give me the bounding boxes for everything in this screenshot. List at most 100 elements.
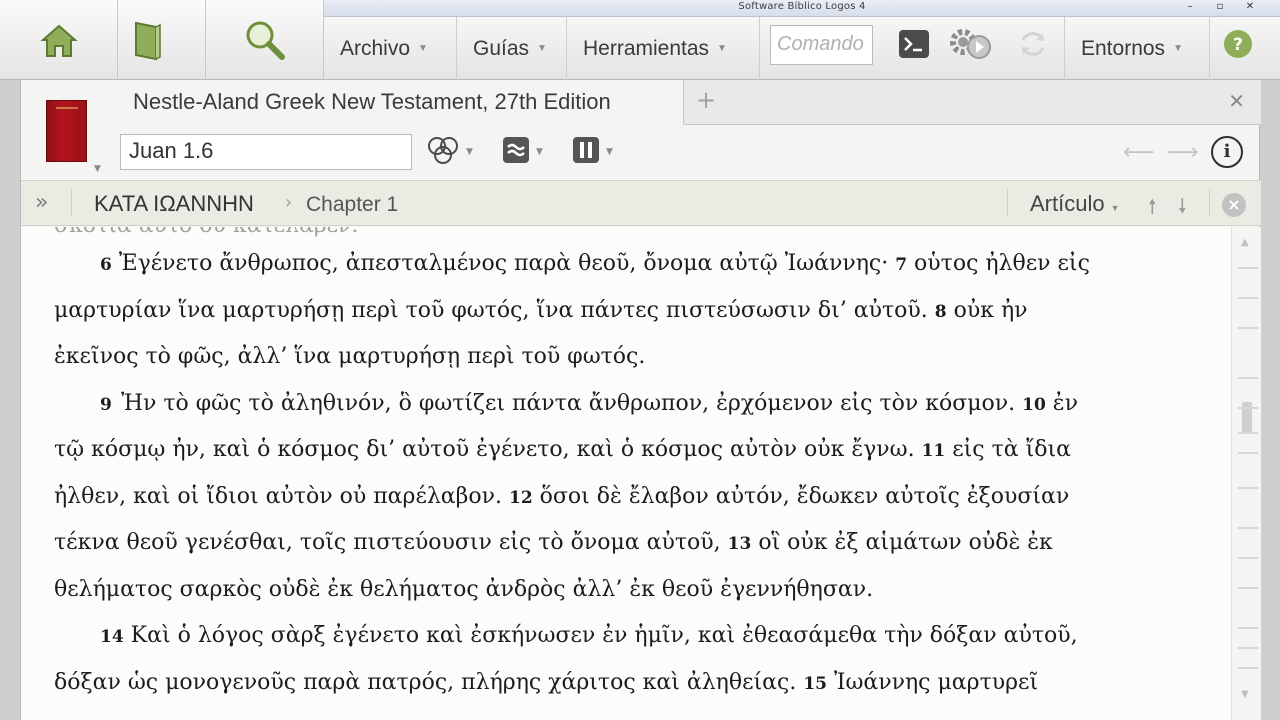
text-pane[interactable]: σκοτία αὐτὸ οὐ κατέλαβεν. 6 Ἐγένετο ἄνθρ…	[21, 227, 1231, 720]
verse-number[interactable]: 14	[100, 627, 124, 647]
scroll-marker	[1238, 432, 1258, 434]
menu-archivo-label: Archivo	[340, 36, 411, 60]
close-window-button[interactable]: ✕	[1240, 1, 1260, 12]
verse-number[interactable]: 6	[100, 255, 112, 275]
close-panel-button[interactable]: ✕	[1228, 89, 1245, 113]
menu-row: Archivo ▼ Guías ▼ Herramientas ▼ Comando En…	[324, 17, 1280, 80]
info-button[interactable]: i	[1211, 136, 1243, 168]
scroll-up-icon[interactable]: ▲	[1241, 237, 1249, 248]
verse-number[interactable]: 11	[922, 441, 946, 461]
forward-arrow-icon[interactable]: ⟶	[1167, 140, 1199, 165]
help-icon: ?	[1223, 29, 1253, 63]
book-cover-icon[interactable]	[46, 100, 87, 162]
scroll-marker	[1238, 267, 1258, 269]
sync-button[interactable]	[1016, 29, 1050, 63]
scroll-marker	[1238, 587, 1258, 589]
reference-input[interactable]: Juan 1.6	[120, 134, 412, 170]
scroll-down-icon[interactable]: ▼	[1241, 689, 1249, 700]
divider	[1007, 189, 1008, 217]
clear-icon[interactable]: ×	[1222, 193, 1246, 217]
verse-text: θελήματος σαρκὸς οὐδὲ ἐκ θελήματος ἀνδρὸ…	[54, 576, 874, 602]
verse-text: ὅσοι δὲ ἔλαβον αὐτόν, ἔδωκεν αὐτοῖς ἐξου…	[532, 483, 1070, 509]
parallel-resources-button[interactable]: ▼	[426, 136, 473, 168]
verse-number[interactable]: 13	[728, 534, 752, 554]
expand-icon[interactable]: »	[35, 190, 48, 215]
menu-guias-label: Guías	[473, 36, 530, 60]
verse-text: Καὶ ὁ λόγος σὰρξ ἐγένετο καὶ ἐσκήνωσεν ἐ…	[123, 623, 1078, 648]
verse-number[interactable]: 7	[895, 255, 907, 275]
chevron-down-icon: ▼	[1110, 203, 1120, 213]
scroll-marker	[1238, 452, 1258, 454]
text-line: 9 Ἦν τὸ φῶς τὸ ἀληθινόν, ὃ φωτίζει πάντα…	[54, 391, 1199, 416]
process-button[interactable]	[947, 29, 993, 63]
scroll-marker	[1238, 327, 1258, 329]
verse-text: οὗτος ἦλθεν εἰς	[907, 251, 1090, 276]
scroll-marker	[1238, 647, 1258, 649]
menu-herramientas[interactable]: Herramientas ▼	[567, 17, 760, 80]
chevron-down-icon[interactable]: ▼	[94, 164, 101, 174]
verse-text: ἦλθεν, καὶ οἱ ἴδιοι αὐτὸν οὐ παρέλαβον.	[54, 483, 509, 509]
article-label: Artículo	[1030, 191, 1105, 216]
article-dropdown[interactable]: Artículo ▼	[1030, 191, 1120, 217]
verse-text: ἐν	[1045, 390, 1078, 416]
verse-number[interactable]: 9	[100, 395, 112, 415]
text-line: τέκνα θεοῦ γενέσθαι, τοῖς πιστεύουσιν εἰ…	[54, 530, 1199, 555]
refresh-icon	[1017, 28, 1049, 64]
text-line: τῷ κόσμῳ ἦν, καὶ ὁ κόσμος δι’ αὐτοῦ ἐγέν…	[54, 437, 1199, 462]
verse-text: οὐκ ἦν	[946, 297, 1028, 323]
gear-play-icon	[947, 27, 993, 65]
breadcrumb-book[interactable]: ΚΑΤΑ ΙΩΑΝΝΗΝ	[94, 191, 254, 217]
maximize-button[interactable]: ▫	[1210, 1, 1230, 12]
scroll-marker	[1238, 527, 1258, 529]
menu-guias[interactable]: Guías ▼	[457, 17, 567, 80]
add-tab-button[interactable]: +	[696, 86, 716, 114]
tab-resource[interactable]: Nestle-Aland Greek New Testament, 27th E…	[114, 80, 684, 125]
breadcrumb-separator: ›	[285, 192, 293, 213]
minimize-button[interactable]: –	[1180, 1, 1200, 12]
menu-herramientas-label: Herramientas	[583, 36, 710, 60]
verse-number[interactable]: 15	[803, 674, 827, 694]
help-button[interactable]: ?	[1221, 29, 1255, 63]
resource-panel: ▼ Nestle-Aland Greek New Testament, 27th…	[20, 80, 1261, 720]
text-line: 6 Ἐγένετο ἄνθρωπος, ἀπεσταλμένος παρὰ θε…	[54, 251, 1199, 276]
columns-icon	[572, 136, 600, 168]
svg-text:?: ?	[1233, 35, 1243, 55]
breadcrumb-chapter[interactable]: Chapter 1	[306, 193, 398, 217]
title-bar: Software Bíblico Logos 4 – ▫ ✕	[324, 0, 1280, 17]
chevron-down-icon: ▼	[418, 43, 428, 54]
text-line: ἦλθεν, καὶ οἱ ἴδιοι αὐτὸν οὐ παρέλαβον. …	[54, 484, 1199, 509]
visual-filters-button[interactable]: ▼	[502, 136, 543, 168]
command-input[interactable]: Comando	[770, 25, 873, 65]
verse-number[interactable]: 8	[935, 302, 947, 322]
scroll-marker	[1238, 557, 1258, 559]
previous-arrow-icon[interactable]: 🠕	[1148, 192, 1157, 226]
verse-text: οἳ οὐκ ἐξ αἱμάτων οὐδὲ ἐκ	[751, 530, 1053, 555]
command-prompt-button[interactable]	[897, 29, 931, 63]
scrollbar[interactable]: ▲ ▼	[1231, 227, 1261, 720]
verse-text: Ἰωάννης μαρτυρεῖ	[826, 669, 1039, 695]
terminal-icon	[898, 29, 930, 63]
verse-text: δόξαν ὡς μονογενοῦς παρὰ πατρός, πλήρης …	[54, 669, 804, 695]
verse-number[interactable]: 12	[509, 488, 533, 508]
scroll-marker	[1238, 297, 1258, 299]
library-button[interactable]	[88, 0, 206, 80]
back-arrow-icon[interactable]: ⟵	[1123, 140, 1155, 165]
home-icon	[39, 20, 79, 60]
menu-archivo[interactable]: Archivo ▼	[324, 17, 457, 80]
verse-text: Ἐγένετο ἄνθρωπος, ἀπεσταλμένος παρὰ θεοῦ…	[111, 251, 896, 276]
verse-number[interactable]: 10	[1022, 395, 1046, 415]
verse-text: ἐκεῖνος τὸ φῶς, ἀλλ’ ἵνα μαρτυρήσῃ περὶ …	[54, 344, 646, 369]
verse-text: Ἦν τὸ φῶς τὸ ἀληθινόν, ὃ φωτίζει πάντα ἄ…	[111, 390, 1023, 416]
magnifier-icon	[243, 18, 287, 62]
layout-button[interactable]: ▼	[572, 136, 613, 168]
filter-icon	[502, 136, 530, 168]
menu-entornos[interactable]: Entornos ▼	[1064, 17, 1210, 80]
partial-line: σκοτία αὐτὸ οὐ κατέλαβεν.	[54, 227, 358, 238]
search-button[interactable]	[206, 0, 324, 80]
text-line: 14 Καὶ ὁ λόγος σὰρξ ἐγένετο καὶ ἐσκήνωσε…	[54, 623, 1199, 648]
chevron-down-icon: ▼	[537, 43, 547, 54]
library-book-icon	[130, 19, 164, 61]
scroll-marker	[1238, 667, 1258, 669]
circles-icon	[426, 134, 460, 170]
next-arrow-icon[interactable]: 🠗	[1178, 192, 1187, 226]
